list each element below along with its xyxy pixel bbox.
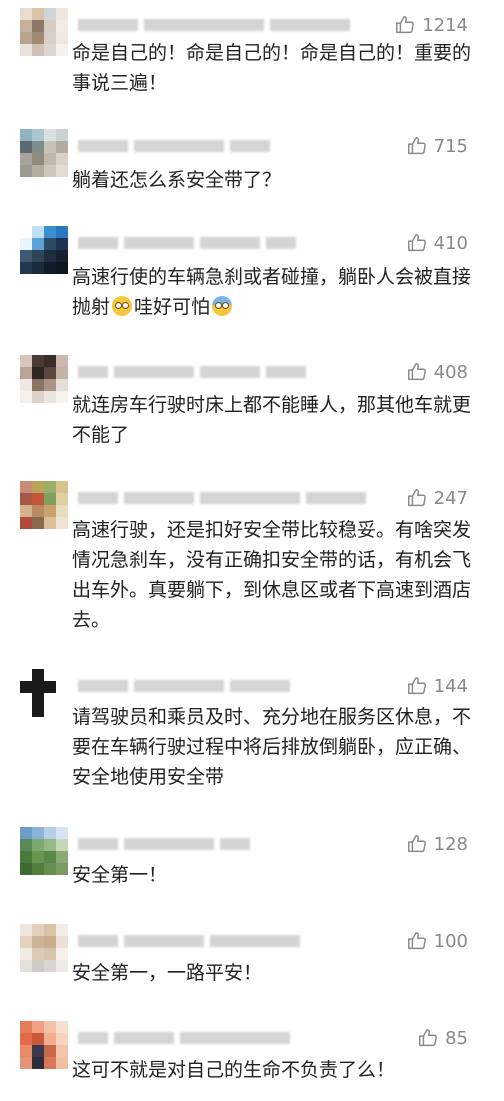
username-blurred[interactable] [78,837,250,851]
avatar[interactable] [20,355,68,403]
like-count: 85 [445,1027,468,1049]
like-button[interactable]: 715 [406,135,468,157]
avatar[interactable] [20,924,68,972]
like-button[interactable]: 144 [406,675,468,697]
comment-text: 安全第一，一路平安！ [72,962,263,984]
username-blurred[interactable] [78,1031,290,1045]
like-count: 247 [433,487,468,509]
username-blurred[interactable] [78,679,290,693]
username-blurred[interactable] [78,236,296,250]
thumbs-up-icon [417,1027,439,1049]
username-blurred[interactable] [78,491,366,505]
avatar[interactable] [20,827,68,875]
avatar[interactable] [20,669,68,717]
avatar[interactable] [20,481,68,529]
like-count: 715 [433,135,468,157]
like-count: 410 [433,232,468,254]
comment-text-part: 哇好可怕 [134,296,211,318]
comment-text: 这可不就是对自己的生命不负责了么！ [72,1059,396,1081]
comment-text-part: 高速行使的车辆急刹或者碰撞，躺卧人会被直接抛射 [72,266,472,318]
avatar[interactable] [20,129,68,177]
comment-text: 高速行驶，还是扣好安全带比较稳妥。有啥突发情况急刹车，没有正确扣安全带的话，有机… [72,519,472,631]
like-count: 128 [433,833,468,855]
thumbs-up-icon [406,675,428,697]
comment-text: 请驾驶员和乘员及时、充分地在服务区休息，不要在车辆行驶过程中将后排放倒躺卧，应正… [72,706,472,788]
comment-text: 安全第一！ [72,864,168,886]
like-button[interactable]: 100 [406,930,468,952]
like-count: 144 [433,675,468,697]
avatar[interactable] [20,226,68,274]
comment-text: 高速行使的车辆急刹或者碰撞，躺卧人会被直接抛射 哇好可怕 [72,262,472,322]
thumbs-up-icon [394,14,416,36]
comment-text: 命是自己的！命是自己的！命是自己的！重要的事说三遍！ [72,42,472,94]
like-button[interactable]: 247 [406,487,468,509]
like-button[interactable]: 408 [406,361,468,383]
thumbs-up-icon [406,487,428,509]
like-button[interactable]: 128 [406,833,468,855]
like-count: 100 [433,930,468,952]
like-button[interactable]: 410 [406,232,468,254]
username-blurred[interactable] [78,365,306,379]
flushed-face-icon [112,296,133,316]
thumbs-up-icon [406,833,428,855]
username-blurred[interactable] [78,18,350,32]
thumbs-up-icon [406,232,428,254]
screaming-face-icon [212,296,233,316]
like-button[interactable]: 85 [417,1027,468,1049]
like-button[interactable]: 1214 [394,14,468,36]
username-blurred[interactable] [78,934,300,948]
thumbs-up-icon [406,135,428,157]
avatar[interactable] [20,8,68,56]
thumbs-up-icon [406,930,428,952]
like-count: 1214 [422,14,468,36]
avatar[interactable] [20,1021,68,1069]
comment-text: 就连房车行驶时床上都不能睡人，那其他车就更不能了 [72,394,472,446]
thumbs-up-icon [406,361,428,383]
comment-text: 躺着还怎么系安全带了？ [72,169,282,191]
username-blurred[interactable] [78,139,270,153]
like-count: 408 [433,361,468,383]
